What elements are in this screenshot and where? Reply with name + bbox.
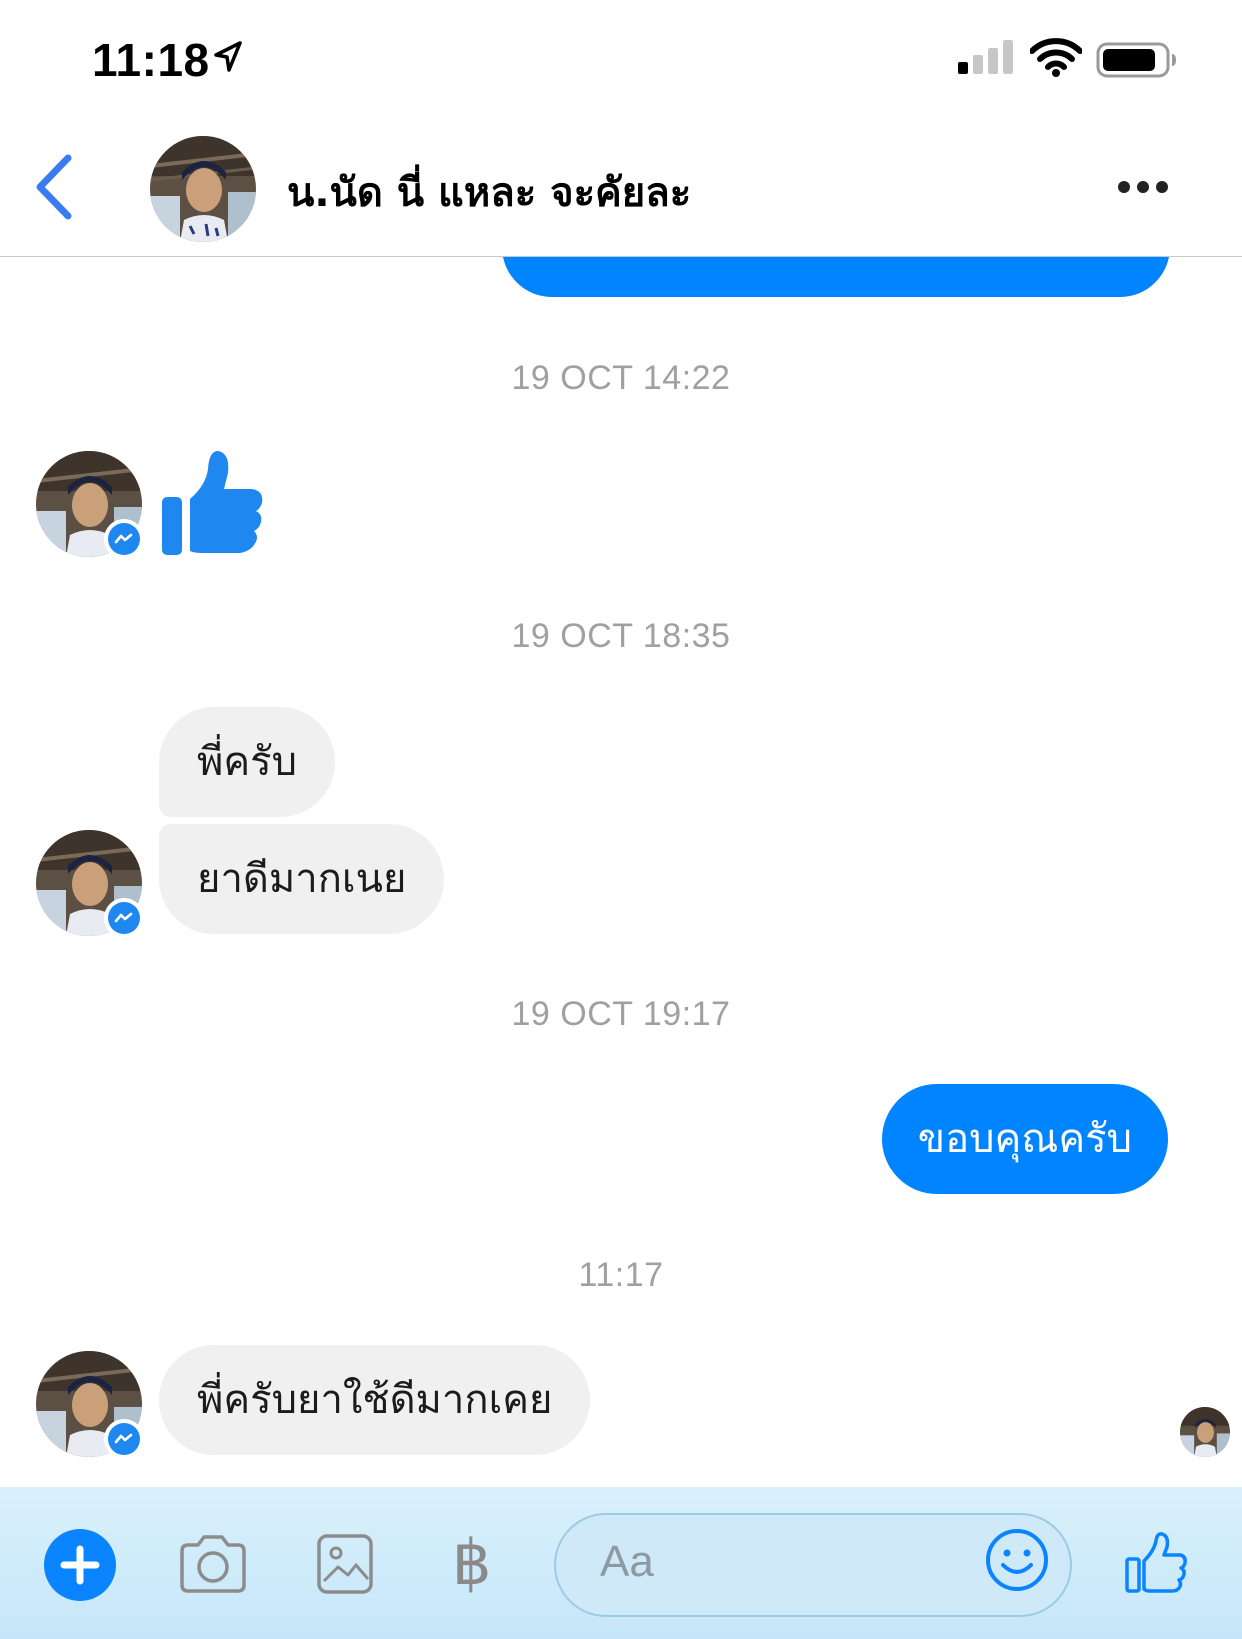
timestamp: 19 OCT 14:22 bbox=[511, 359, 731, 397]
plus-icon bbox=[60, 1545, 100, 1585]
thumbs-up-icon[interactable] bbox=[1124, 1531, 1188, 1595]
contact-avatar[interactable] bbox=[150, 136, 256, 242]
emoji-icon[interactable] bbox=[984, 1527, 1050, 1593]
battery-icon bbox=[1096, 42, 1176, 78]
wifi-icon bbox=[1030, 38, 1082, 77]
ellipsis-icon[interactable] bbox=[1118, 180, 1168, 194]
message-input-placeholder: Aa bbox=[600, 1537, 654, 1586]
contact-name[interactable]: น.นัด นี่ แหละ จะคัยละ bbox=[287, 160, 691, 224]
composer-bar: ฿ Aa bbox=[0, 1487, 1242, 1639]
cellular-signal-icon bbox=[958, 40, 1013, 74]
incoming-message-bubble[interactable]: ยาดีมากเนย bbox=[159, 824, 445, 934]
messenger-badge-icon bbox=[104, 519, 144, 559]
seen-indicator-avatar bbox=[1180, 1407, 1230, 1457]
status-bar: 11:18 bbox=[0, 0, 1242, 120]
messenger-badge-icon bbox=[104, 1419, 144, 1459]
incoming-message-bubble[interactable]: พี่ครับยาใช้ดีมากเคย bbox=[159, 1345, 591, 1455]
timestamp: 19 OCT 19:17 bbox=[511, 995, 731, 1033]
payment-baht-button[interactable]: ฿ bbox=[452, 1523, 502, 1603]
chevron-left-icon[interactable] bbox=[30, 152, 80, 222]
status-time: 11:18 bbox=[92, 34, 210, 86]
image-gallery-icon[interactable] bbox=[316, 1533, 374, 1595]
sender-avatar[interactable] bbox=[36, 451, 144, 559]
conversation-header: น.นัด นี่ แหละ จะคัยละ bbox=[0, 120, 1242, 257]
outgoing-message-bubble-partial[interactable] bbox=[502, 257, 1170, 297]
outgoing-message-bubble[interactable]: ขอบคุณครับ bbox=[881, 1084, 1168, 1194]
thumbs-up-icon[interactable] bbox=[160, 447, 266, 557]
sender-avatar[interactable] bbox=[36, 1351, 144, 1459]
incoming-message-bubble[interactable]: พี่ครับ bbox=[159, 707, 335, 817]
plus-button[interactable] bbox=[44, 1529, 116, 1601]
sender-avatar[interactable] bbox=[36, 830, 144, 938]
timestamp: 11:17 bbox=[578, 1256, 664, 1294]
messenger-badge-icon bbox=[104, 898, 144, 938]
location-arrow-icon bbox=[214, 41, 242, 72]
message-list[interactable]: 19 OCT 14:22 19 OCT 18:35 พี่ครับ ยาดีมา… bbox=[0, 257, 1242, 1487]
timestamp: 19 OCT 18:35 bbox=[511, 617, 731, 655]
camera-icon[interactable] bbox=[178, 1533, 248, 1595]
